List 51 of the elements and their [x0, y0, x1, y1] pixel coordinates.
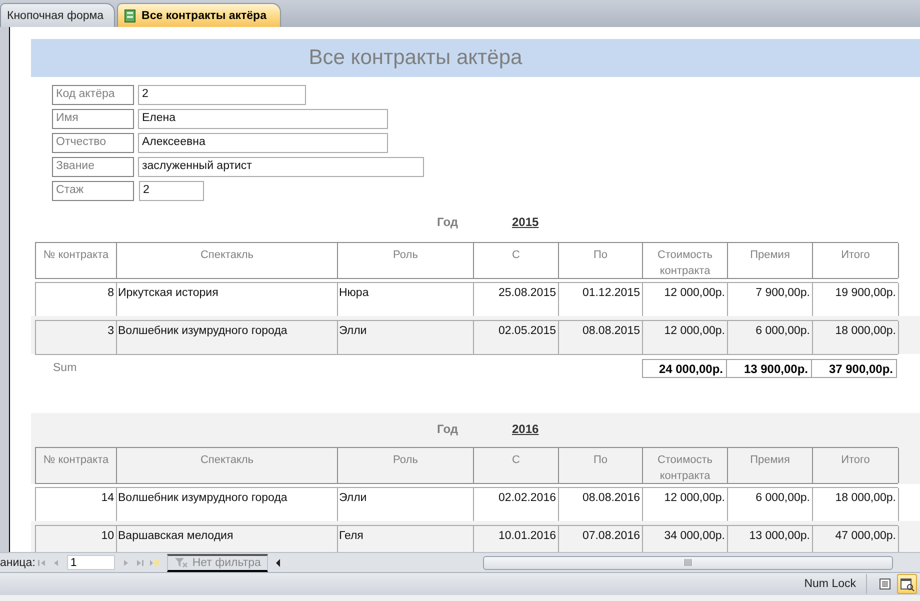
- tab[interactable]: Кнопочная форма: [0, 3, 115, 27]
- form-icon: [878, 576, 892, 592]
- column-header: Роль: [338, 243, 474, 278]
- field-label: Код актёра: [52, 85, 134, 105]
- sum-value: 37 900,00р.: [812, 358, 897, 378]
- scroll-left-icon[interactable]: [274, 558, 282, 568]
- column-header: С: [474, 243, 559, 278]
- column-header: № контракта: [36, 448, 117, 483]
- field-value: заслуженный артист: [138, 157, 424, 177]
- page-number-field[interactable]: 1: [67, 555, 116, 570]
- column-header: Итого: [813, 243, 899, 278]
- field-label: Стаж: [52, 181, 134, 201]
- form-icon: [124, 8, 136, 22]
- column-header: С: [474, 448, 559, 483]
- preview-icon: [900, 576, 914, 592]
- sum-value: 13 900,00р.: [727, 358, 812, 378]
- column-header: Итого: [813, 448, 899, 483]
- new-record-icon: [149, 558, 160, 568]
- funnel-icon: [174, 556, 188, 568]
- column-header: Премия: [728, 243, 813, 278]
- last-record-icon: [135, 558, 146, 568]
- scrollbar-thumb[interactable]: [482, 556, 893, 570]
- grip-icon: [684, 559, 692, 566]
- first-record-icon: [37, 558, 48, 568]
- column-header: Премия: [728, 448, 813, 483]
- group-year: 2016: [512, 422, 539, 436]
- column-header: Спектакль: [117, 448, 338, 483]
- group-year: 2015: [512, 215, 539, 229]
- page-label: аница:: [0, 556, 36, 568]
- column-header: Стоимость контракта: [643, 448, 728, 483]
- column-header: Роль: [338, 448, 474, 483]
- field-value: Елена: [138, 109, 388, 129]
- field-value: 2: [138, 85, 306, 105]
- column-header: По: [559, 448, 643, 483]
- column-header: Стоимость контракта: [643, 243, 728, 278]
- tab[interactable]: Все контракты актёра: [116, 3, 282, 27]
- field-label: Имя: [52, 109, 134, 129]
- num-lock-indicator: Num Lock: [804, 574, 867, 594]
- column-header: Спектакль: [117, 243, 338, 278]
- field-value: 2: [139, 181, 204, 201]
- field-label: Отчество: [52, 133, 134, 153]
- field-value: Алексеевна: [138, 133, 388, 153]
- column-header: № контракта: [36, 243, 117, 278]
- field-label: Звание: [52, 157, 134, 177]
- sum-value: 24 000,00р.: [642, 358, 727, 378]
- column-header: По: [559, 243, 643, 278]
- print-preview-button[interactable]: [897, 574, 917, 594]
- report-title: Все контракты актёра: [308, 46, 522, 70]
- group-label: Год: [437, 422, 458, 436]
- group-label: Год: [437, 215, 458, 229]
- sum-label: Sum: [53, 362, 78, 374]
